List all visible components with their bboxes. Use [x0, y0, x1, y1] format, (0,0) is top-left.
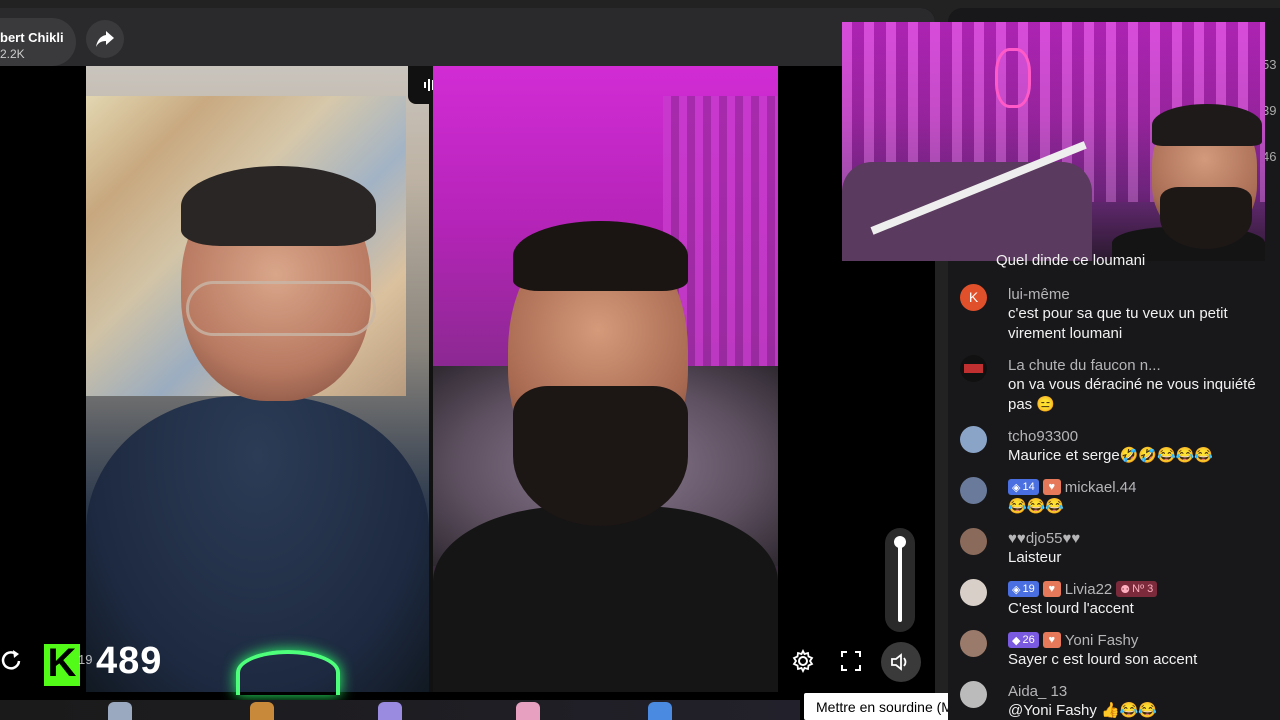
streamer-webcam: [842, 22, 1265, 261]
neon-sign: [995, 48, 1031, 108]
chat-text: on va vous déraciné ne vous inquiété pas…: [1008, 376, 1256, 413]
level-badge: ◈ 19: [1008, 581, 1039, 597]
chat-username[interactable]: tcho93300: [1008, 428, 1078, 445]
viewer-count: 489: [96, 640, 163, 682]
chat-text: C'est lourd l'accent: [1008, 600, 1134, 617]
heart-badge-icon: ♥: [1042, 479, 1061, 495]
chat-text: Laisteur: [1008, 549, 1062, 566]
diamond-icon: ◈: [1012, 481, 1021, 494]
chat-text: @Yoni Fashy 👍😂😂: [1008, 702, 1158, 719]
badge-level: 19: [1022, 583, 1035, 595]
heart-badge-icon: ♥: [1042, 581, 1061, 597]
message-header: ◈ 19 ♥ Livia22 ⚉ Nº 3: [1008, 579, 1158, 599]
avatar-letter: K: [968, 289, 979, 305]
guest-right-body: [433, 506, 778, 692]
volume-slider[interactable]: [885, 528, 915, 632]
refresh-button[interactable]: [0, 646, 24, 676]
chat-text: 😂😂😂: [1008, 498, 1065, 515]
chat-partial-message: Quel dinde ce loumani: [996, 254, 1146, 269]
badge-level: 26: [1022, 634, 1035, 646]
guest-video-right: [433, 66, 778, 692]
chat-text: Maurice et serge🤣🤣😂😂😂: [1008, 447, 1214, 464]
guest-video-left: [86, 66, 429, 692]
avatar: [960, 477, 987, 504]
chat-username[interactable]: ♥♥djo55♥♥: [1008, 530, 1080, 547]
volume-fill: [898, 538, 902, 622]
top-bar: bert Chikli 2.2K: [0, 8, 935, 66]
message-header: lui-même: [1008, 284, 1070, 304]
speaker-icon: [891, 653, 907, 671]
fullscreen-icon: [841, 651, 861, 671]
host-name: bert Chikli: [0, 30, 64, 45]
rank-icon: ⚉: [1120, 583, 1131, 596]
avatar-mark: [964, 364, 983, 373]
live-window: bert Chikli 2.2K: [0, 8, 935, 720]
level-badge: ◈ 14: [1008, 479, 1039, 495]
avatar: [960, 355, 987, 382]
rank-badge: ⚉ Nº 3: [1116, 581, 1158, 597]
avatar: [960, 528, 987, 555]
badge-level: 14: [1022, 481, 1035, 493]
cam-person-hair: [1152, 104, 1262, 146]
kick-small-count: 19: [78, 652, 93, 667]
rank-text: Nº 3: [1132, 583, 1154, 595]
avatar: [960, 579, 987, 606]
guest-right-beard: [513, 386, 688, 526]
mute-button[interactable]: [881, 642, 921, 682]
avatar: [960, 630, 987, 657]
chat-username[interactable]: Yoni Fashy: [1065, 632, 1139, 649]
gear-icon: [792, 649, 814, 673]
message-header: Aida_ 13: [1008, 681, 1067, 701]
diamond-icon: ◆: [1012, 634, 1021, 647]
guest-left-glasses: [186, 281, 376, 336]
avatar: K: [960, 284, 987, 311]
kick-logo-letter: K: [47, 641, 77, 685]
message-header: ◆ 26 ♥ Yoni Fashy: [1008, 630, 1138, 650]
host-followers: 2.2K: [0, 47, 25, 61]
fullscreen-button[interactable]: [836, 646, 866, 676]
share-button[interactable]: [86, 20, 124, 58]
message-header: ♥♥djo55♥♥: [1008, 528, 1080, 548]
diamond-icon: ◈: [1012, 583, 1021, 596]
gift-item[interactable]: [378, 702, 402, 720]
guest-left-hair: [181, 166, 376, 246]
message-header: tcho93300: [1008, 426, 1078, 446]
share-icon: [96, 31, 114, 47]
refresh-icon: [1, 650, 21, 670]
chat-username[interactable]: Livia22: [1065, 581, 1113, 598]
message-header: ◈ 14 ♥ mickael.44: [1008, 477, 1136, 497]
chat-list[interactable]: Quel dinde ce loumani K lui-même c'est p…: [948, 254, 1280, 720]
volume-knob[interactable]: [894, 536, 906, 548]
avatar: [960, 426, 987, 453]
gift-item[interactable]: [516, 702, 540, 720]
cam-person-beard: [1160, 187, 1252, 249]
gift-item[interactable]: [648, 702, 672, 720]
host-chip[interactable]: bert Chikli 2.2K: [0, 18, 76, 66]
heart-badge-icon: ♥: [1042, 632, 1061, 648]
chat-username[interactable]: mickael.44: [1065, 479, 1137, 496]
chat-text: Sayer c est lourd son accent: [1008, 651, 1198, 668]
message-header: La chute du faucon n...: [1008, 355, 1161, 375]
chat-username[interactable]: La chute du faucon n...: [1008, 357, 1161, 374]
video-area: [0, 66, 935, 700]
cam-sofa: [842, 162, 1092, 261]
chat-text: c'est pour sa que tu veux un petit virem…: [1008, 305, 1228, 342]
avatar: [960, 681, 987, 708]
chat-username[interactable]: lui-même: [1008, 286, 1070, 303]
level-badge: ◆ 26: [1008, 632, 1039, 648]
microphone-glow: [236, 650, 340, 695]
settings-button[interactable]: [788, 646, 818, 676]
chat-username[interactable]: Aida_ 13: [1008, 683, 1067, 700]
gift-item[interactable]: [108, 702, 132, 720]
screen: bert Chikli 2.2K K 19 489 Mettre en sour…: [0, 0, 1280, 720]
gift-item[interactable]: [250, 702, 274, 720]
guest-right-hair: [513, 221, 688, 291]
